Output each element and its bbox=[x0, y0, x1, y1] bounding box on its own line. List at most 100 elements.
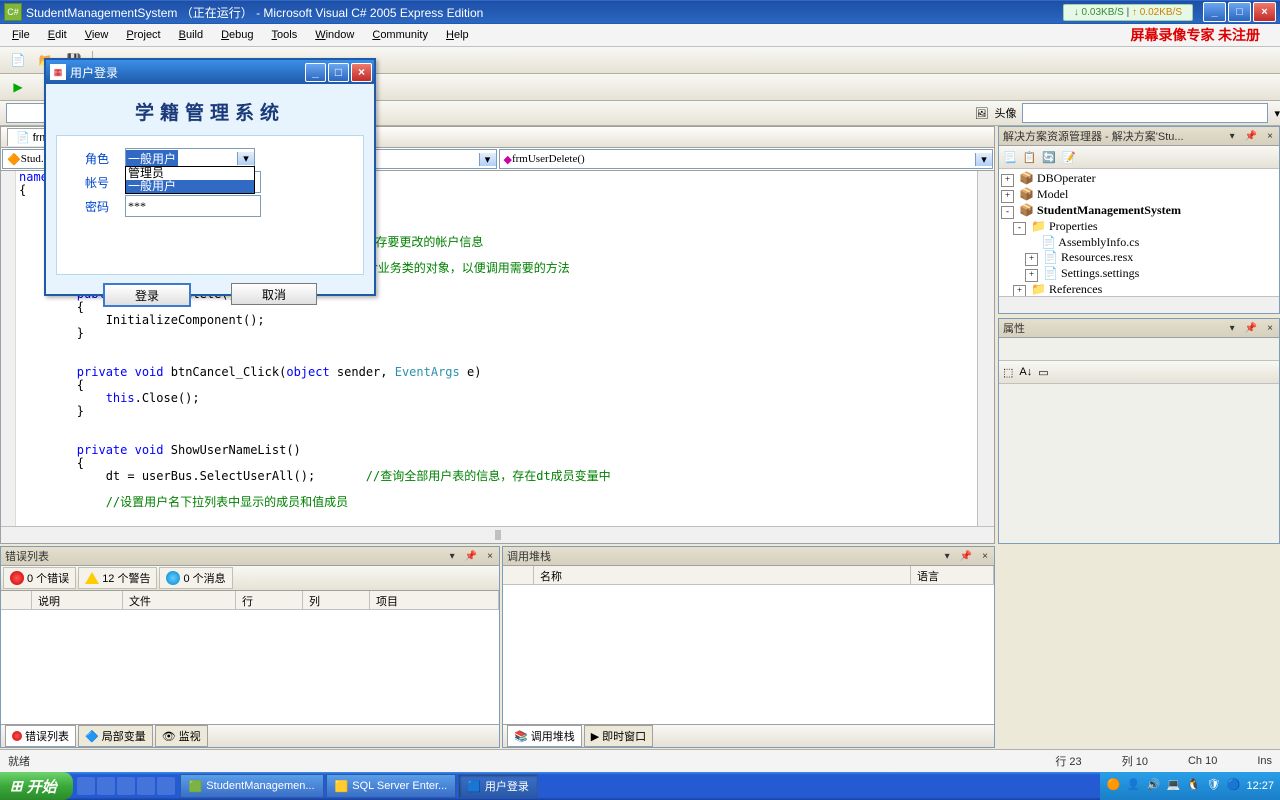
cancel-button[interactable]: 取消 bbox=[231, 283, 317, 305]
errlist-columns: 说明 文件 行 列 项目 bbox=[1, 591, 499, 610]
close-icon[interactable]: × bbox=[978, 550, 992, 563]
role-select[interactable]: 一般用户 ▾ bbox=[125, 148, 255, 168]
dropdown-icon[interactable]: ▾ bbox=[941, 550, 954, 563]
tab-callstack[interactable]: 📚调用堆栈 bbox=[507, 725, 582, 747]
refresh-icon[interactable]: 🔄 bbox=[1042, 151, 1056, 164]
show-all-icon[interactable]: 📋 bbox=[1023, 151, 1037, 164]
vscrollbar[interactable] bbox=[977, 171, 994, 527]
props-toolbar: ⬚ A↓ ▭ bbox=[999, 361, 1279, 384]
dialog-minimize-button[interactable]: _ bbox=[305, 63, 326, 82]
tab-watch[interactable]: 👁监视 bbox=[155, 725, 208, 747]
props-page-icon[interactable]: ▭ bbox=[1038, 366, 1048, 379]
ql-icon[interactable] bbox=[77, 777, 95, 795]
alphabetical-icon[interactable]: A↓ bbox=[1019, 366, 1032, 378]
vs-titlebar: C# StudentManagementSystem （正在运行） - Micr… bbox=[0, 0, 1280, 24]
errors-filter[interactable]: 0 个错误 bbox=[3, 567, 76, 589]
dialog-close-button[interactable]: × bbox=[351, 63, 372, 82]
dialog-titlebar[interactable]: ▦ 用户登录 _ □ × bbox=[46, 60, 374, 84]
messages-filter[interactable]: 0 个消息 bbox=[159, 567, 232, 589]
taskbar-task[interactable]: 🟦用户登录 bbox=[458, 774, 538, 798]
menu-window[interactable]: Window bbox=[307, 27, 362, 43]
pin-icon[interactable]: 📌 bbox=[956, 550, 976, 563]
tray-icon[interactable]: 🔊 bbox=[1146, 778, 1162, 794]
taskbar: ⊞ 开始 🟩StudentManagemen...🟨SQL Server Ent… bbox=[0, 772, 1280, 800]
tray-icon[interactable]: 💻 bbox=[1166, 778, 1182, 794]
maximize-button[interactable]: □ bbox=[1228, 2, 1251, 22]
solution-tree[interactable]: + 📦 DBOperater+ 📦 Model- 📦 StudentManage… bbox=[999, 169, 1279, 313]
new-project-icon[interactable]: 📄 bbox=[6, 49, 30, 71]
immediate-icon: ▶ bbox=[591, 730, 599, 743]
minimize-button[interactable]: _ bbox=[1203, 2, 1226, 22]
props-header[interactable]: 属性 ▾📌× bbox=[999, 319, 1279, 338]
role-option-user[interactable]: 一般用户 bbox=[126, 180, 254, 193]
login-button[interactable]: 登录 bbox=[103, 283, 191, 307]
menu-debug[interactable]: Debug bbox=[213, 27, 261, 43]
ql-icon[interactable] bbox=[157, 777, 175, 795]
taskbar-task[interactable]: 🟨SQL Server Enter... bbox=[326, 774, 457, 798]
errlist-header[interactable]: 错误列表 ▾📌× bbox=[1, 547, 499, 566]
avatar-combo[interactable] bbox=[1022, 103, 1268, 123]
password-input[interactable] bbox=[125, 195, 261, 217]
categorized-icon[interactable]: ⬚ bbox=[1003, 366, 1013, 379]
menu-view[interactable]: View bbox=[77, 27, 117, 43]
menu-project[interactable]: Project bbox=[118, 27, 168, 43]
tab-errorlist[interactable]: 错误列表 bbox=[5, 725, 76, 747]
pin-icon[interactable]: 📌 bbox=[1241, 130, 1261, 143]
start-button[interactable]: ⊞ 开始 bbox=[0, 772, 73, 800]
tree-node[interactable]: + 📄 Settings.settings bbox=[1001, 266, 1277, 282]
view-code-icon[interactable]: 📝 bbox=[1062, 151, 1076, 164]
callstack-header[interactable]: 调用堆栈 ▾📌× bbox=[503, 547, 994, 566]
dropdown-icon[interactable]: ▾ bbox=[446, 550, 459, 563]
close-icon[interactable]: × bbox=[483, 550, 497, 563]
tab-locals[interactable]: 🔷局部变量 bbox=[78, 725, 153, 747]
tray-icon[interactable]: 🛡 bbox=[1206, 778, 1222, 794]
ql-icon[interactable] bbox=[97, 777, 115, 795]
properties-pane: 属性 ▾📌× ⬚ A↓ ▭ bbox=[998, 318, 1280, 544]
tree-node[interactable]: - 📦 StudentManagementSystem bbox=[1001, 203, 1277, 219]
tree-node[interactable]: - 📁 Properties bbox=[1001, 219, 1277, 235]
dialog-heading: 学籍管理系统 bbox=[56, 92, 364, 135]
dropdown-icon[interactable]: ▾ bbox=[1226, 322, 1239, 335]
dropdown-icon[interactable]: ▾ bbox=[1226, 130, 1239, 143]
menu-help[interactable]: Help bbox=[438, 27, 477, 43]
menu-build[interactable]: Build bbox=[171, 27, 211, 43]
tree-node[interactable]: + 📄 Resources.resx bbox=[1001, 250, 1277, 266]
hscrollbar[interactable] bbox=[999, 296, 1279, 313]
watch-icon: 👁 bbox=[162, 730, 176, 743]
close-icon[interactable]: × bbox=[1263, 130, 1277, 143]
ql-icon[interactable] bbox=[137, 777, 155, 795]
tray-icon[interactable]: 🟠 bbox=[1106, 778, 1122, 794]
tree-node[interactable]: + 📦 DBOperater bbox=[1001, 171, 1277, 187]
dropdown-icon[interactable]: ▾ bbox=[1274, 107, 1280, 120]
dialog-maximize-button[interactable]: □ bbox=[328, 63, 349, 82]
tree-node[interactable]: 📄 AssemblyInfo.cs bbox=[1001, 235, 1277, 250]
tray-icon[interactable]: 🐧 bbox=[1186, 778, 1202, 794]
pin-icon[interactable]: 📌 bbox=[461, 550, 481, 563]
play-icon[interactable]: ▶ bbox=[6, 76, 30, 98]
close-button[interactable]: × bbox=[1253, 2, 1276, 22]
callstack-pane: 调用堆栈 ▾📌× 名称 语言 📚调用堆栈 ▶即时窗口 bbox=[502, 546, 995, 748]
status-bar: 就绪 行 23 列 10 Ch 10 Ins bbox=[0, 749, 1280, 772]
callstack-icon: 📚 bbox=[514, 730, 528, 743]
pin-icon[interactable]: 📌 bbox=[1241, 322, 1261, 335]
warnings-filter[interactable]: 12 个警告 bbox=[78, 567, 157, 589]
tray-icon[interactable]: 👤 bbox=[1126, 778, 1142, 794]
solexp-header[interactable]: 解决方案资源管理器 - 解决方案'Stu... ▾📌× bbox=[999, 127, 1279, 146]
status-ins: Ins bbox=[1257, 755, 1272, 767]
menu-tools[interactable]: Tools bbox=[264, 27, 306, 43]
taskbar-task[interactable]: 🟩StudentManagemen... bbox=[180, 774, 324, 798]
hscrollbar[interactable] bbox=[1, 526, 994, 543]
watermark-text: 屏幕录像专家 未注册 bbox=[1131, 25, 1261, 45]
ql-icon[interactable] bbox=[117, 777, 135, 795]
tab-immediate[interactable]: ▶即时窗口 bbox=[584, 725, 653, 747]
close-icon[interactable]: × bbox=[1263, 322, 1277, 335]
clock[interactable]: 12:27 bbox=[1246, 780, 1274, 792]
properties-icon[interactable]: 📃 bbox=[1003, 151, 1017, 164]
member-selector[interactable]: ◆ frmUserDelete() ▾ bbox=[499, 149, 994, 169]
menu-file[interactable]: File bbox=[4, 27, 38, 43]
tree-node[interactable]: + 📦 Model bbox=[1001, 187, 1277, 203]
menu-community[interactable]: Community bbox=[364, 27, 436, 43]
tray-icon[interactable]: 🔵 bbox=[1226, 778, 1242, 794]
error-icon bbox=[10, 571, 24, 585]
menu-edit[interactable]: Edit bbox=[40, 27, 75, 43]
